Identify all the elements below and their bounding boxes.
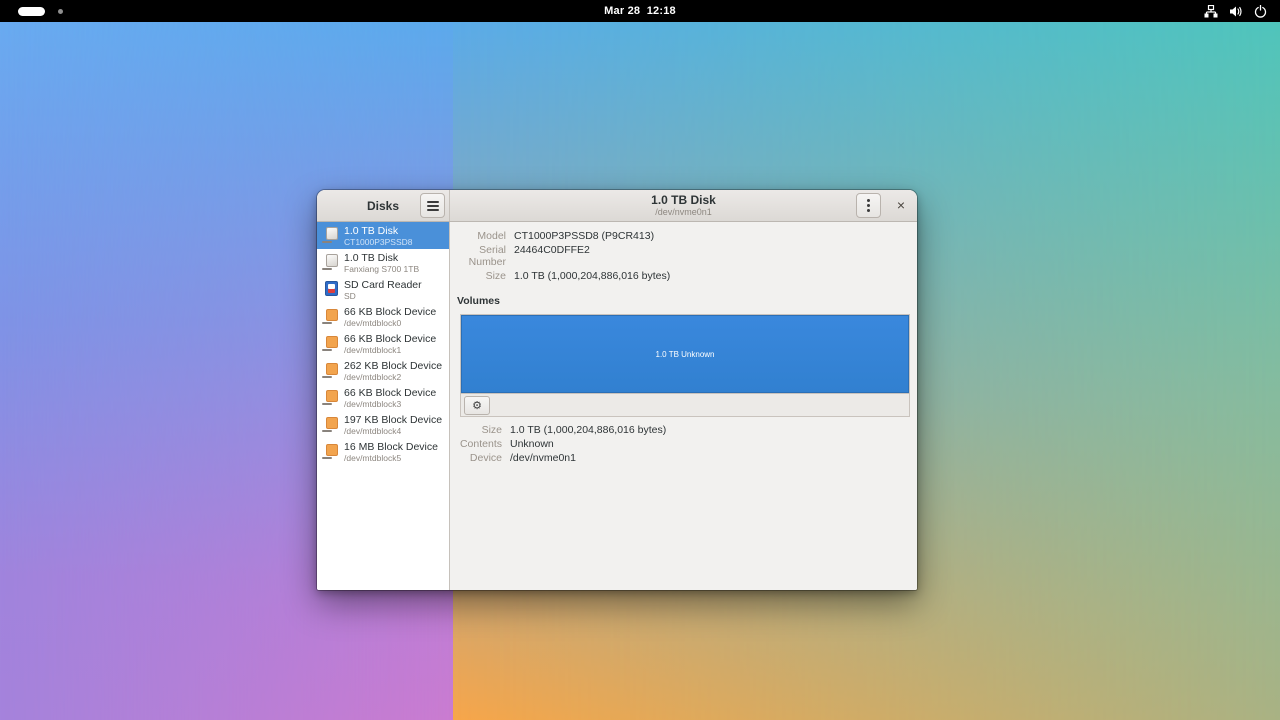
device-title: 66 KB Block Device: [344, 306, 436, 318]
device-title: 262 KB Block Device: [344, 360, 442, 372]
block-device-icon: [322, 389, 339, 406]
app-menu-button[interactable]: [420, 193, 445, 218]
window-subtitle: /dev/nvme0n1: [655, 207, 712, 217]
sd-card-icon: [322, 281, 339, 298]
titlebar[interactable]: Disks 1.0 TB Disk /dev/nvme0n1 ×: [317, 190, 917, 222]
detail-label: Device: [454, 452, 502, 464]
sidebar-item-nvme-disk[interactable]: 1.0 TB DiskCT1000P3PSSD8: [317, 222, 449, 249]
volumes-heading: Volumes: [457, 295, 909, 307]
device-subtitle: /dev/mtdblock1: [344, 345, 436, 355]
block-device-icon: [322, 362, 339, 379]
system-status-area[interactable]: [1204, 5, 1267, 18]
volume-options-button[interactable]: ⚙: [464, 396, 490, 415]
device-subtitle: CT1000P3PSSD8: [344, 237, 413, 247]
network-wired-icon: [1204, 5, 1218, 18]
detail-value: CT1000P3PSSD8 (P9CR413): [514, 230, 909, 242]
block-device-icon: [322, 443, 339, 460]
drive-details: Model CT1000P3PSSD8 (P9CR413) Serial Num…: [454, 230, 909, 282]
sidebar-item-mtdblock1[interactable]: 66 KB Block Device/dev/mtdblock1: [317, 330, 449, 357]
volume-details: Size 1.0 TB (1,000,204,886,016 bytes) Co…: [454, 424, 909, 464]
hard-drive-icon: [322, 227, 339, 244]
volume-icon: [1229, 5, 1243, 18]
detail-label: Serial Number: [454, 244, 506, 268]
sidebar-item-mtdblock0[interactable]: 66 KB Block Device/dev/mtdblock0: [317, 303, 449, 330]
detail-label: Size: [454, 424, 502, 436]
volume-segment[interactable]: 1.0 TB Unknown: [461, 315, 909, 393]
window-body: 1.0 TB DiskCT1000P3PSSD8 1.0 TB DiskFanx…: [317, 222, 917, 590]
close-button[interactable]: ×: [889, 193, 913, 218]
detail-label: Model: [454, 230, 506, 242]
sidebar-item-mtdblock3[interactable]: 66 KB Block Device/dev/mtdblock3: [317, 384, 449, 411]
sidebar-item-mtdblock4[interactable]: 197 KB Block Device/dev/mtdblock4: [317, 411, 449, 438]
device-title: 197 KB Block Device: [344, 414, 442, 426]
device-title: 1.0 TB Disk: [344, 225, 413, 237]
volume-segment-label: 1.0 TB Unknown: [656, 350, 715, 359]
device-title: 66 KB Block Device: [344, 333, 436, 345]
detail-label: Size: [454, 270, 506, 282]
block-device-icon: [322, 416, 339, 433]
disks-window: Disks 1.0 TB Disk /dev/nvme0n1 × 1.0 TB …: [317, 190, 917, 590]
device-title: SD Card Reader: [344, 279, 422, 291]
sidebar-item-sd-card-reader[interactable]: SD Card ReaderSD: [317, 276, 449, 303]
workspace-dot: [58, 9, 63, 14]
device-title: 1.0 TB Disk: [344, 252, 419, 264]
block-device-icon: [322, 308, 339, 325]
detail-value: 1.0 TB (1,000,204,886,016 bytes): [510, 424, 909, 436]
volume-toolbar: ⚙: [461, 393, 909, 416]
device-subtitle: /dev/mtdblock5: [344, 453, 438, 463]
workspace-indicator[interactable]: [18, 7, 63, 16]
app-title: Disks: [367, 199, 399, 213]
sidebar-item-sata-disk[interactable]: 1.0 TB DiskFanxiang S700 1TB: [317, 249, 449, 276]
hamburger-icon: [427, 201, 439, 211]
detail-value: Unknown: [510, 438, 909, 450]
sidebar-item-mtdblock2[interactable]: 262 KB Block Device/dev/mtdblock2: [317, 357, 449, 384]
device-subtitle: /dev/mtdblock0: [344, 318, 436, 328]
hard-drive-icon: [322, 254, 339, 271]
device-title: 66 KB Block Device: [344, 387, 436, 399]
gnome-top-bar: Mar 28 12:18: [0, 0, 1280, 22]
device-title: 16 MB Block Device: [344, 441, 438, 453]
device-subtitle: /dev/mtdblock2: [344, 372, 442, 382]
device-subtitle: /dev/mtdblock4: [344, 426, 442, 436]
disk-detail-panel: Model CT1000P3PSSD8 (P9CR413) Serial Num…: [450, 222, 917, 590]
block-device-icon: [322, 335, 339, 352]
device-subtitle: /dev/mtdblock3: [344, 399, 436, 409]
window-title: 1.0 TB Disk: [651, 194, 716, 207]
kebab-menu-icon: [867, 199, 870, 212]
gear-icon: ⚙: [472, 400, 482, 411]
volumes-widget: 1.0 TB Unknown ⚙: [460, 314, 910, 417]
detail-label: Contents: [454, 438, 502, 450]
device-sidebar: 1.0 TB DiskCT1000P3PSSD8 1.0 TB DiskFanx…: [317, 222, 450, 590]
titlebar-main-section: 1.0 TB Disk /dev/nvme0n1 ×: [450, 190, 917, 221]
device-subtitle: SD: [344, 291, 422, 301]
sidebar-item-mtdblock5[interactable]: 16 MB Block Device/dev/mtdblock5: [317, 438, 449, 465]
titlebar-sidebar-section: Disks: [317, 190, 450, 221]
detail-value: 1.0 TB (1,000,204,886,016 bytes): [514, 270, 909, 282]
active-workspace-pill: [18, 7, 45, 16]
detail-value: 24464C0DFFE2: [514, 244, 909, 268]
detail-value: /dev/nvme0n1: [510, 452, 909, 464]
drive-menu-button[interactable]: [856, 193, 881, 218]
power-icon: [1254, 5, 1267, 18]
clock[interactable]: Mar 28 12:18: [604, 5, 676, 17]
device-subtitle: Fanxiang S700 1TB: [344, 264, 419, 274]
